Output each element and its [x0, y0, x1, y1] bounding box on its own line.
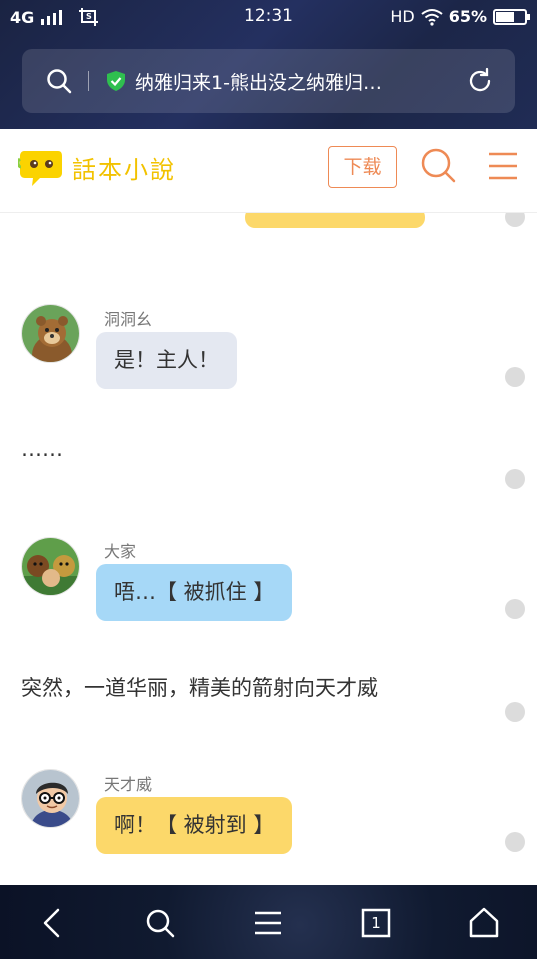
browser-bottom-nav: 1 [0, 885, 537, 959]
site-header: 話本小說 下载 [0, 129, 537, 213]
logo-bubble-icon [18, 151, 62, 186]
tab-count: 1 [371, 914, 381, 932]
back-icon[interactable] [34, 905, 70, 941]
boy-glasses-avatar[interactable] [21, 769, 80, 828]
narration-text: 突然，一道华丽，精美的箭射向天才威 [21, 676, 378, 700]
search-icon[interactable] [419, 146, 457, 184]
message-bubble: 是！主人！ [96, 332, 237, 389]
address-separator [88, 71, 89, 91]
download-button[interactable]: 下载 [328, 146, 397, 188]
wifi-icon [421, 8, 443, 26]
previous-message-bubble [245, 213, 425, 228]
boy-glasses-avatar-icon [22, 770, 79, 827]
comment-dot[interactable] [505, 367, 525, 387]
search-icon[interactable] [142, 905, 178, 941]
comment-dot[interactable] [505, 599, 525, 619]
group-avatar[interactable] [21, 537, 80, 596]
comment-dot[interactable] [505, 469, 525, 489]
comment-dot[interactable] [505, 702, 525, 722]
status-bar: 4G S 12:31 HD 65% [0, 0, 537, 34]
refresh-icon[interactable] [465, 66, 495, 96]
battery-level [496, 11, 514, 22]
speaker-name: 天才威 [104, 775, 153, 794]
tabs-button[interactable]: 1 [358, 905, 394, 941]
hd-label: HD [390, 7, 415, 26]
message-bubble: 啊！【 被射到 】 [96, 797, 293, 854]
comment-dot[interactable] [505, 832, 525, 852]
narration-text: …… [21, 437, 63, 461]
page-title[interactable]: 纳雅归来1-熊出没之纳雅归… [135, 68, 435, 95]
battery-icon [493, 8, 530, 25]
bear-avatar[interactable] [21, 304, 80, 363]
home-icon[interactable] [466, 905, 502, 941]
menu-icon[interactable] [250, 905, 286, 941]
browser-chrome: 4G S 12:31 HD 65% 纳雅归来1-熊出没之纳雅归… [0, 0, 537, 129]
logo-text: 話本小說 [72, 155, 176, 184]
battery-percent: 65% [448, 7, 487, 26]
shield-check-icon [107, 71, 125, 91]
menu-icon[interactable] [487, 151, 519, 181]
comment-dot[interactable] [505, 213, 525, 227]
site-logo[interactable]: 話本小說 [18, 145, 176, 189]
story-content[interactable]: 洞洞幺 是！主人！ …… 大家 唔…【 被抓住 】 突然，一道华丽，精美的箭射向… [0, 213, 537, 885]
search-icon[interactable] [44, 66, 74, 96]
group-avatar-icon [22, 538, 79, 595]
address-bar[interactable]: 纳雅归来1-熊出没之纳雅归… [22, 49, 515, 113]
message-bubble: 唔…【 被抓住 】 [96, 564, 293, 621]
speaker-name: 洞洞幺 [104, 310, 153, 329]
speaker-name: 大家 [104, 542, 137, 561]
bear-avatar-icon [22, 305, 79, 362]
status-right: HD 65% [390, 7, 530, 26]
